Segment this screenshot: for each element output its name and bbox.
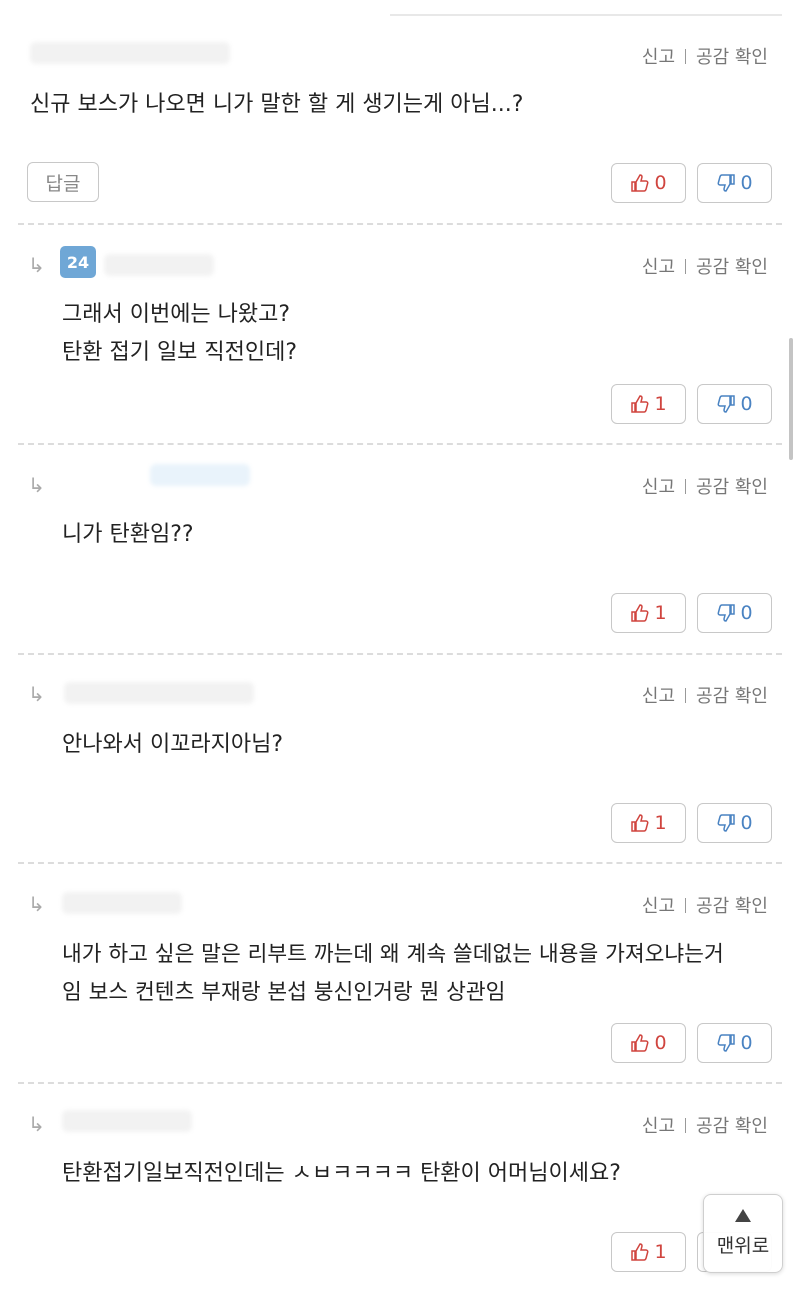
dislike-button[interactable]: 0	[697, 384, 772, 424]
like-count: 1	[654, 812, 667, 834]
comment-meta: 신고 공감 확인	[642, 682, 768, 708]
author-name-blurred	[104, 254, 214, 276]
comment-meta: 신고 공감 확인	[642, 473, 768, 499]
comment-meta: 신고 공감 확인	[642, 1112, 768, 1138]
comment-separator	[18, 223, 782, 225]
like-count: 1	[654, 393, 667, 415]
report-link[interactable]: 신고	[642, 1112, 675, 1138]
like-button[interactable]: 0	[611, 163, 686, 203]
empathy-link[interactable]: 공감 확인	[696, 682, 768, 708]
like-button[interactable]: 0	[611, 1023, 686, 1063]
meta-divider	[685, 478, 687, 494]
comment-separator	[18, 1082, 782, 1084]
thumbs-up-icon	[631, 1243, 649, 1261]
dislike-button[interactable]: 0	[697, 803, 772, 843]
like-count: 0	[654, 1032, 667, 1054]
comment-separator	[18, 653, 782, 655]
comment-meta: 신고 공감 확인	[642, 43, 768, 69]
arrow-up-icon	[735, 1209, 751, 1222]
thumbs-down-icon	[717, 604, 736, 622]
top-divider	[390, 14, 782, 16]
like-button[interactable]: 1	[611, 593, 686, 633]
thumbs-down-icon	[717, 814, 736, 832]
meta-divider	[685, 1117, 687, 1133]
level-badge: 24	[60, 246, 96, 278]
comment-text: 안나와서 이꼬라지아님?	[62, 732, 284, 757]
comment-text: 탄환접기일보직전인데는 ㅅㅂㅋㅋㅋㅋ 탄환이 어머님이세요?	[62, 1161, 621, 1186]
reply-arrow-icon: ↳	[28, 892, 45, 916]
comment-text: 신규 보스가 나오면 니가 말한 할 게 생기는게 아님...?	[30, 92, 524, 117]
thumbs-down-icon	[717, 174, 736, 192]
empathy-link[interactable]: 공감 확인	[696, 43, 768, 69]
author-name-blurred	[62, 1110, 192, 1132]
comment-text: 니가 탄환임??	[62, 522, 194, 547]
meta-divider	[685, 897, 687, 913]
dislike-button[interactable]: 0	[697, 593, 772, 633]
dislike-button[interactable]: 0	[697, 1023, 772, 1063]
thumbs-down-icon	[717, 1034, 736, 1052]
report-link[interactable]: 신고	[642, 253, 675, 279]
report-link[interactable]: 신고	[642, 43, 675, 69]
comment-separator	[18, 862, 782, 864]
like-button[interactable]: 1	[611, 384, 686, 424]
like-button[interactable]: 1	[611, 803, 686, 843]
empathy-link[interactable]: 공감 확인	[696, 253, 768, 279]
comment-text: 그래서 이번에는 나왔고? 탄환 접기 일보 직전인데?	[62, 302, 298, 365]
scroll-to-top-label: 맨위로	[716, 1235, 770, 1257]
dislike-button[interactable]: 0	[697, 163, 772, 203]
like-count: 1	[654, 1241, 667, 1263]
thumbs-up-icon	[631, 395, 649, 413]
dislike-count: 0	[740, 1032, 753, 1054]
empathy-link[interactable]: 공감 확인	[696, 473, 768, 499]
thumbs-up-icon	[631, 1034, 649, 1052]
reply-arrow-icon: ↳	[28, 253, 45, 277]
report-link[interactable]: 신고	[642, 892, 675, 918]
meta-divider	[685, 687, 687, 703]
reply-arrow-icon: ↳	[28, 473, 45, 497]
thumbs-down-icon	[717, 395, 736, 413]
comment-meta: 신고 공감 확인	[642, 253, 768, 279]
meta-divider	[685, 258, 687, 274]
dislike-count: 0	[740, 172, 753, 194]
dislike-count: 0	[740, 602, 753, 624]
comment-meta: 신고 공감 확인	[642, 892, 768, 918]
comment-separator	[18, 443, 782, 445]
like-count: 1	[654, 602, 667, 624]
report-link[interactable]: 신고	[642, 473, 675, 499]
reply-arrow-icon: ↳	[28, 682, 45, 706]
comment-text: 내가 하고 싶은 말은 리부트 까는데 왜 계속 쓸데없는 내용을 가져오냐는거…	[62, 942, 724, 1005]
like-count: 0	[654, 172, 667, 194]
reply-button[interactable]: 답글	[27, 162, 99, 202]
scrollbar[interactable]	[789, 338, 793, 460]
like-button[interactable]: 1	[611, 1232, 686, 1272]
empathy-link[interactable]: 공감 확인	[696, 1112, 768, 1138]
author-name-blurred	[62, 892, 182, 914]
dislike-count: 0	[740, 812, 753, 834]
dislike-count: 0	[740, 393, 753, 415]
report-link[interactable]: 신고	[642, 682, 675, 708]
empathy-link[interactable]: 공감 확인	[696, 892, 768, 918]
author-name-blurred	[64, 682, 254, 704]
meta-divider	[685, 48, 687, 64]
thumbs-up-icon	[631, 174, 649, 192]
reply-arrow-icon: ↳	[28, 1112, 45, 1136]
scroll-to-top-button[interactable]: 맨위로	[703, 1194, 783, 1273]
thumbs-up-icon	[631, 604, 649, 622]
author-name-blurred	[30, 42, 230, 64]
thumbs-up-icon	[631, 814, 649, 832]
author-name-blurred	[150, 464, 250, 486]
